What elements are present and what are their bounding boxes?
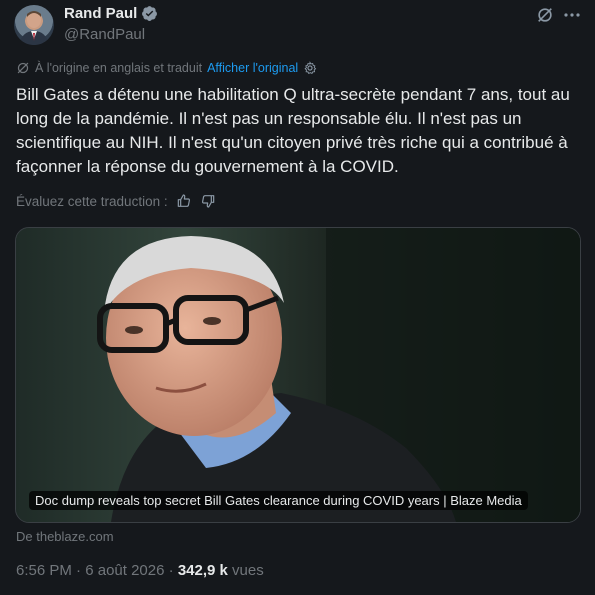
rate-translation-label: Évaluez cette traduction : (16, 193, 168, 209)
translation-origin-text: À l'origine en anglais et traduit (35, 61, 203, 75)
views-label: vues (232, 562, 264, 579)
thumbs-down-icon[interactable] (200, 193, 216, 209)
author-name-row[interactable]: Rand Paul (64, 5, 158, 22)
translate-icon (17, 62, 29, 74)
grok-icon[interactable] (536, 6, 554, 24)
card-caption[interactable]: Doc dump reveals top secret Bill Gates c… (29, 491, 528, 510)
gear-icon[interactable] (303, 61, 317, 75)
author-name[interactable]: Rand Paul (64, 5, 137, 22)
verified-badge-icon (142, 6, 158, 21)
rate-translation-row: Évaluez cette traduction : (16, 193, 216, 209)
views-count: 342,9 k (177, 562, 228, 579)
more-icon[interactable] (562, 6, 582, 24)
thumbs-up-icon[interactable] (176, 193, 192, 209)
link-card[interactable] (15, 227, 581, 523)
show-original-link[interactable]: Afficher l'original (207, 61, 298, 75)
author-handle[interactable]: @RandPaul (64, 26, 145, 43)
avatar[interactable] (14, 5, 54, 45)
meta-separator-2: · (168, 562, 174, 579)
article-photo (16, 228, 580, 522)
tweet-time[interactable]: 6:56 PM (16, 562, 72, 579)
card-source[interactable]: De theblaze.com (16, 529, 114, 544)
tweet-date[interactable]: 6 août 2026 (85, 562, 164, 579)
tweet-text: Bill Gates a détenu une habilitation Q u… (16, 85, 570, 176)
meta-separator: · (76, 562, 82, 579)
tweet-meta: 6:56 PM · 6 août 2026 · 342,9 k vues (16, 562, 264, 579)
translation-row: À l'origine en anglais et traduit Affich… (16, 61, 317, 75)
